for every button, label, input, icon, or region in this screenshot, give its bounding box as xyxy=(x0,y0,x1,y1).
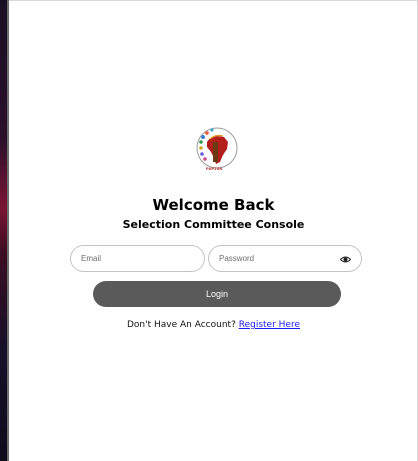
email-field[interactable]: Email xyxy=(70,245,205,272)
password-placeholder: Password xyxy=(219,253,255,263)
password-field[interactable]: Password xyxy=(208,245,362,272)
page-subtitle: Selection Committee Console xyxy=(122,218,305,231)
login-button[interactable]: Login xyxy=(93,281,341,307)
page-title: Welcome Back xyxy=(152,196,275,214)
register-link[interactable]: Register Here xyxy=(239,320,300,330)
register-prompt: Don't Have An Account? Register Here xyxy=(9,320,418,330)
eye-icon[interactable] xyxy=(340,254,351,265)
logo-text: PAPZSN xyxy=(206,166,223,171)
register-prompt-text: Don't Have An Account? xyxy=(127,320,236,330)
top-border xyxy=(9,0,418,1)
email-placeholder: Email xyxy=(81,253,102,263)
background-edge-strip xyxy=(0,0,9,461)
africa-logo-icon xyxy=(196,127,238,169)
